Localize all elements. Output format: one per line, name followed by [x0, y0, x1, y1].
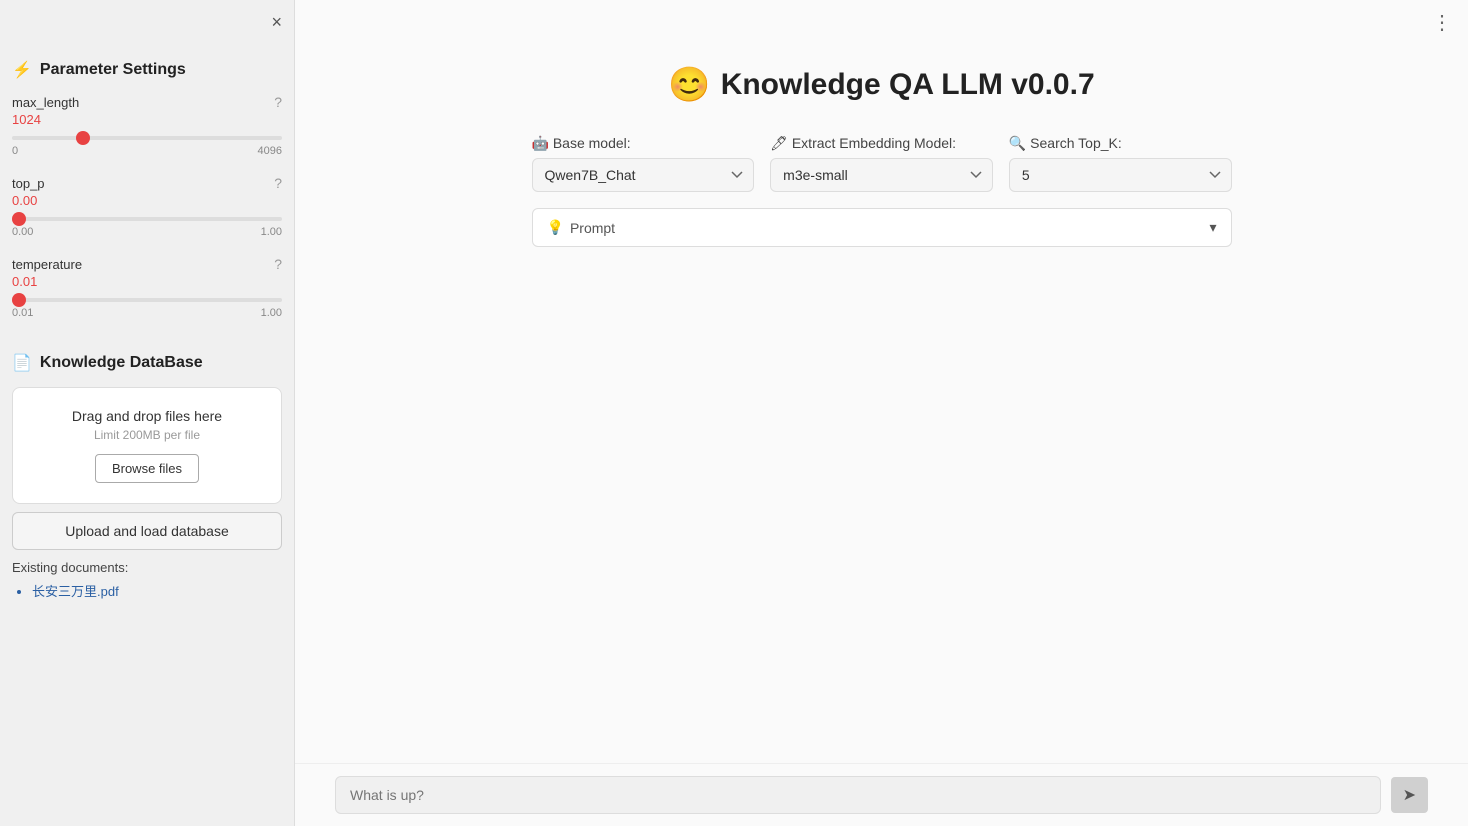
document-list: 长安三万里.pdf	[12, 581, 282, 600]
temperature-slider[interactable]	[12, 298, 282, 302]
main-header-bar: ⋮	[295, 0, 1468, 45]
chat-input-bar: ➤	[295, 763, 1468, 826]
prompt-label: Prompt	[570, 220, 615, 236]
upload-load-database-button[interactable]: Upload and load database	[12, 512, 282, 550]
param-top-p-name: top_p	[12, 176, 45, 191]
close-button[interactable]: ×	[271, 12, 282, 33]
embed-model-group: 🖊 Extract Embedding Model: m3e-small m3e…	[770, 135, 993, 192]
knowledge-db-label: Knowledge DataBase	[40, 354, 203, 372]
prompt-row: 💡 Prompt ▾	[532, 208, 1232, 247]
top-p-max: 1.00	[261, 226, 282, 238]
temperature-max: 1.00	[261, 307, 282, 319]
prompt-icon: 💡	[547, 219, 564, 236]
help-icon-max-length[interactable]: ?	[274, 94, 282, 110]
main-content-area: ⋮ 😊 Knowledge QA LLM v0.0.7 🤖 Base model…	[295, 0, 1468, 826]
dropzone-limit: Limit 200MB per file	[29, 428, 265, 442]
max-length-max: 4096	[258, 145, 282, 157]
embed-model-label: 🖊 Extract Embedding Model:	[770, 135, 993, 152]
search-topk-label: 🔍 Search Top_K:	[1009, 135, 1232, 152]
search-topk-select[interactable]: 1 2 3 4 5 10	[1009, 158, 1232, 192]
file-dropzone[interactable]: Drag and drop files here Limit 200MB per…	[12, 387, 282, 504]
sidebar: × ⚡ Parameter Settings max_length ? 1024…	[0, 0, 295, 826]
menu-dots-button[interactable]: ⋮	[1432, 10, 1452, 35]
app-emoji: 😊	[668, 65, 710, 105]
param-max-length: max_length ? 1024 0 4096	[12, 94, 282, 157]
base-model-select[interactable]: Qwen7B_Chat GPT-3.5 GPT-4	[532, 158, 755, 192]
param-settings-label: Parameter Settings	[40, 61, 186, 79]
param-max-length-value: 1024	[12, 112, 282, 127]
param-temperature: temperature ? 0.01 0.01 1.00	[12, 256, 282, 319]
base-model-label: 🤖 Base model:	[532, 135, 755, 152]
help-icon-temperature[interactable]: ?	[274, 256, 282, 272]
param-max-length-name: max_length	[12, 95, 79, 110]
embed-model-select[interactable]: m3e-small m3e-large text-embedding-ada-0…	[770, 158, 993, 192]
knowledge-database-section: 📄 Knowledge DataBase Drag and drop files…	[12, 353, 282, 600]
top-p-slider[interactable]	[12, 217, 282, 221]
parameter-settings-title: ⚡ Parameter Settings	[12, 60, 282, 80]
max-length-slider[interactable]	[12, 136, 282, 140]
app-title-text: Knowledge QA LLM v0.0.7	[721, 68, 1095, 102]
param-settings-icon: ⚡	[12, 60, 32, 80]
base-model-group: 🤖 Base model: Qwen7B_Chat GPT-3.5 GPT-4	[532, 135, 755, 192]
model-selection-row: 🤖 Base model: Qwen7B_Chat GPT-3.5 GPT-4 …	[532, 135, 1232, 192]
dropzone-title: Drag and drop files here	[29, 408, 265, 424]
search-topk-group: 🔍 Search Top_K: 1 2 3 4 5 10	[1009, 135, 1232, 192]
chat-input[interactable]	[335, 776, 1381, 814]
param-top-p: top_p ? 0.00 0.00 1.00	[12, 175, 282, 238]
parameter-settings-section: ⚡ Parameter Settings max_length ? 1024 0…	[12, 60, 282, 337]
browse-files-button[interactable]: Browse files	[95, 454, 199, 483]
max-length-min: 0	[12, 145, 18, 157]
param-temperature-value: 0.01	[12, 274, 282, 289]
top-p-min: 0.00	[12, 226, 33, 238]
prompt-left: 💡 Prompt	[547, 219, 616, 236]
knowledge-db-title: 📄 Knowledge DataBase	[12, 353, 282, 373]
existing-documents-label: Existing documents:	[12, 560, 282, 575]
main-content: 😊 Knowledge QA LLM v0.0.7 🤖 Base model: …	[295, 45, 1468, 763]
app-title: 😊 Knowledge QA LLM v0.0.7	[668, 65, 1094, 105]
param-temperature-name: temperature	[12, 257, 82, 272]
temperature-min: 0.01	[12, 307, 33, 319]
prompt-chevron-icon: ▾	[1209, 219, 1216, 236]
list-item[interactable]: 长安三万里.pdf	[32, 581, 282, 600]
param-top-p-value: 0.00	[12, 193, 282, 208]
prompt-box[interactable]: 💡 Prompt ▾	[532, 208, 1232, 247]
knowledge-db-icon: 📄	[12, 353, 32, 373]
send-button[interactable]: ➤	[1391, 777, 1428, 813]
help-icon-top-p[interactable]: ?	[274, 175, 282, 191]
